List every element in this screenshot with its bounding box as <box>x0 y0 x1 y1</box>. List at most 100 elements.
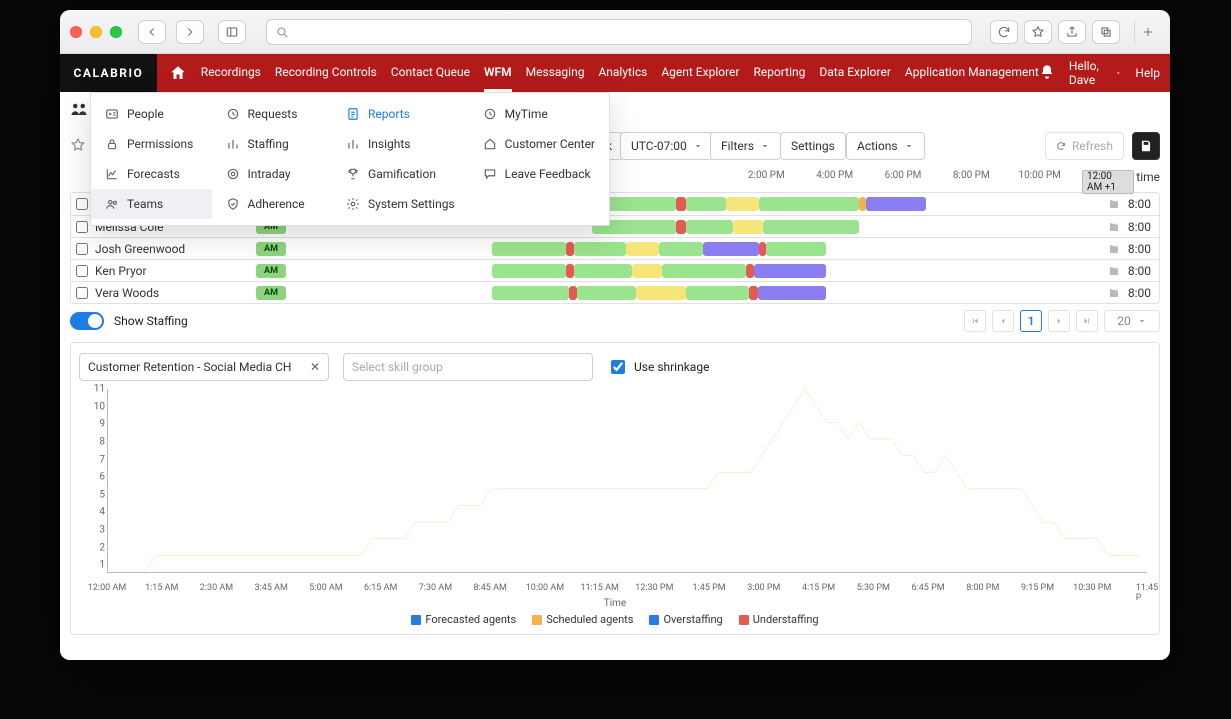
wfm-menu-insights[interactable]: Insights <box>332 129 469 159</box>
agent-checkbox[interactable] <box>71 240 91 258</box>
schedule-segment[interactable] <box>492 286 569 300</box>
schedule-segment[interactable] <box>676 220 686 234</box>
topnav-item-application-management[interactable]: Application Management <box>905 55 1039 92</box>
schedule-segment[interactable] <box>686 220 733 234</box>
notifications-button[interactable] <box>1039 64 1055 83</box>
zoom-window-button[interactable] <box>110 26 122 38</box>
wfm-menu-reports[interactable]: Reports <box>332 99 469 129</box>
use-shrinkage-checkbox[interactable]: Use shrinkage <box>607 357 709 377</box>
topnav-item-contact-queue[interactable]: Contact Queue <box>391 55 470 92</box>
agent-name[interactable]: Vera Woods <box>91 286 256 300</box>
topnav-item-agent-explorer[interactable]: Agent Explorer <box>661 55 739 92</box>
agent-checkbox[interactable] <box>71 262 91 280</box>
schedule-segment[interactable] <box>676 197 686 211</box>
bookmark-button[interactable] <box>1024 20 1052 44</box>
topnav-item-recording-controls[interactable]: Recording Controls <box>275 55 377 92</box>
schedule-segment[interactable] <box>492 242 565 256</box>
wfm-menu-teams[interactable]: Teams <box>91 189 212 219</box>
forward-button[interactable] <box>176 20 204 44</box>
schedule-segment[interactable] <box>749 286 757 300</box>
agent-name[interactable]: Ken Pryor <box>91 264 256 278</box>
pager-current[interactable]: 1 <box>1020 310 1042 332</box>
minimize-window-button[interactable] <box>90 26 102 38</box>
schedule-segment[interactable] <box>859 197 866 211</box>
schedule-segment[interactable] <box>566 242 574 256</box>
schedule-segment[interactable] <box>566 264 574 278</box>
pager-prev[interactable] <box>992 310 1014 332</box>
topnav-item-wfm[interactable]: WFM <box>484 55 512 92</box>
wfm-menu-leave-feedback[interactable]: Leave Feedback <box>469 159 609 189</box>
agent-checkbox[interactable] <box>71 284 91 302</box>
schedule-segment[interactable] <box>726 197 759 211</box>
wfm-menu-adherence[interactable]: Adherence <box>212 189 333 219</box>
save-view-button[interactable] <box>1132 132 1160 160</box>
schedule-segment[interactable] <box>636 286 686 300</box>
schedule-segment[interactable] <box>686 286 749 300</box>
topnav-item-data-explorer[interactable]: Data Explorer <box>819 55 891 92</box>
pager-size-select[interactable]: 20 <box>1104 310 1160 332</box>
schedule-segment[interactable] <box>686 197 726 211</box>
schedule-segment[interactable] <box>632 264 662 278</box>
help-link[interactable]: Help <box>1135 66 1160 80</box>
skill-selected-input[interactable]: Customer Retention - Social Media CH ✕ <box>79 353 329 381</box>
use-shrinkage-input[interactable] <box>611 360 625 374</box>
filters-button[interactable]: Filters <box>710 132 781 160</box>
topnav-item-messaging[interactable]: Messaging <box>526 55 585 92</box>
reload-button[interactable] <box>990 20 1018 44</box>
topnav-item-analytics[interactable]: Analytics <box>598 55 647 92</box>
agent-checkbox[interactable] <box>71 195 91 213</box>
wfm-menu-customer-center[interactable]: Customer Center <box>469 129 609 159</box>
wfm-menu-intraday[interactable]: Intraday <box>212 159 333 189</box>
pager-first[interactable] <box>964 310 986 332</box>
agent-checkbox[interactable] <box>71 218 91 236</box>
schedule-segment[interactable] <box>574 242 626 256</box>
schedule-segment[interactable] <box>754 264 826 278</box>
back-button[interactable] <box>138 20 166 44</box>
schedule-segment[interactable] <box>766 242 826 256</box>
schedule-segment[interactable] <box>758 286 826 300</box>
wfm-menu-staffing[interactable]: Staffing <box>212 129 333 159</box>
address-bar[interactable] <box>266 19 972 45</box>
tabs-button[interactable] <box>1092 20 1120 44</box>
wfm-menu-permissions[interactable]: Permissions <box>91 129 212 159</box>
agent-timeline[interactable] <box>292 286 1093 300</box>
schedule-segment[interactable] <box>626 242 659 256</box>
schedule-segment[interactable] <box>759 242 766 256</box>
wfm-menu-forecasts[interactable]: Forecasts <box>91 159 212 189</box>
user-menu[interactable]: Hello, Dave <box>1069 59 1122 87</box>
favorite-toggle[interactable] <box>70 137 86 156</box>
topnav-item-reporting[interactable]: Reporting <box>753 55 805 92</box>
wfm-menu-people[interactable]: People <box>91 99 212 129</box>
schedule-segment[interactable] <box>492 264 565 278</box>
share-button[interactable] <box>1058 20 1086 44</box>
wfm-menu-mytime[interactable]: MyTime <box>469 99 609 129</box>
schedule-segment[interactable] <box>733 220 763 234</box>
settings-button[interactable]: Settings <box>780 132 846 160</box>
timezone-select[interactable]: UTC-07:00 <box>620 132 714 160</box>
wfm-menu-requests[interactable]: Requests <box>212 99 333 129</box>
schedule-segment[interactable] <box>759 197 859 211</box>
schedule-segment[interactable] <box>703 242 760 256</box>
topnav-item-recordings[interactable]: Recordings <box>201 55 261 92</box>
skill-group-input[interactable]: Select skill group <box>343 353 593 381</box>
pager-last[interactable] <box>1076 310 1098 332</box>
new-tab-button[interactable] <box>1134 20 1160 44</box>
refresh-button[interactable]: Refresh <box>1045 132 1124 160</box>
schedule-segment[interactable] <box>763 220 860 234</box>
sidebar-toggle-button[interactable] <box>218 20 246 44</box>
schedule-segment[interactable] <box>569 286 577 300</box>
schedule-segment[interactable] <box>746 264 754 278</box>
agent-timeline[interactable] <box>292 242 1093 256</box>
wfm-menu-gamification[interactable]: Gamification <box>332 159 469 189</box>
schedule-segment[interactable] <box>866 197 926 211</box>
schedule-segment[interactable] <box>574 264 632 278</box>
schedule-segment[interactable] <box>662 264 745 278</box>
schedule-segment[interactable] <box>577 286 635 300</box>
wfm-menu-system-settings[interactable]: System Settings <box>332 189 469 219</box>
show-staffing-toggle[interactable] <box>70 312 104 330</box>
agent-name[interactable]: Josh Greenwood <box>91 242 256 256</box>
agent-timeline[interactable] <box>292 264 1093 278</box>
pager-next[interactable] <box>1048 310 1070 332</box>
close-window-button[interactable] <box>70 26 82 38</box>
actions-menu[interactable]: Actions <box>846 132 925 160</box>
